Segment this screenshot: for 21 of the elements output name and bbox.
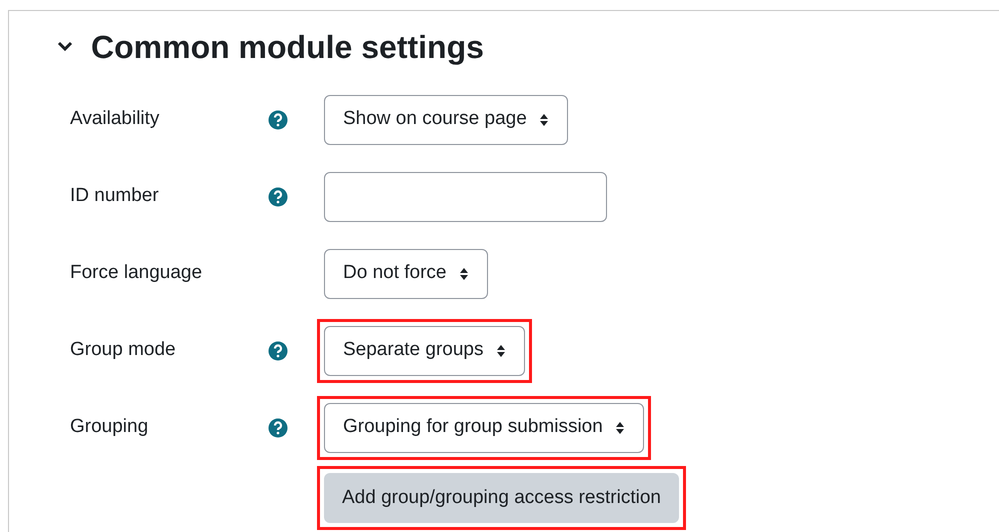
chevron-icon[interactable]: [57, 41, 73, 53]
field-label: Grouping: [70, 415, 150, 440]
help-icon[interactable]: [268, 186, 288, 206]
section-title: Common module settings: [91, 28, 484, 67]
add-restriction-button[interactable]: Add group/grouping access restriction: [324, 473, 679, 523]
field-label: ID number: [70, 184, 160, 208]
help-icon[interactable]: [268, 110, 288, 130]
dropdown-select[interactable]: Separate groups: [324, 326, 524, 376]
field-label: Force language: [70, 261, 204, 286]
sort-caret-icon: [496, 344, 506, 358]
input-field[interactable]: [324, 172, 607, 222]
help-icon[interactable]: [268, 340, 288, 360]
sort-caret-icon: [614, 420, 625, 434]
dropdown-select[interactable]: Show on course page: [324, 94, 568, 144]
sort-caret-icon: [538, 112, 549, 126]
field-label: Availability: [70, 107, 160, 132]
sort-caret-icon: [458, 266, 468, 280]
dropdown-select[interactable]: Do not force: [324, 248, 488, 298]
help-icon[interactable]: [268, 418, 288, 438]
dropdown-select[interactable]: Grouping for group submission: [324, 402, 644, 452]
field-label: Group mode: [70, 338, 177, 362]
